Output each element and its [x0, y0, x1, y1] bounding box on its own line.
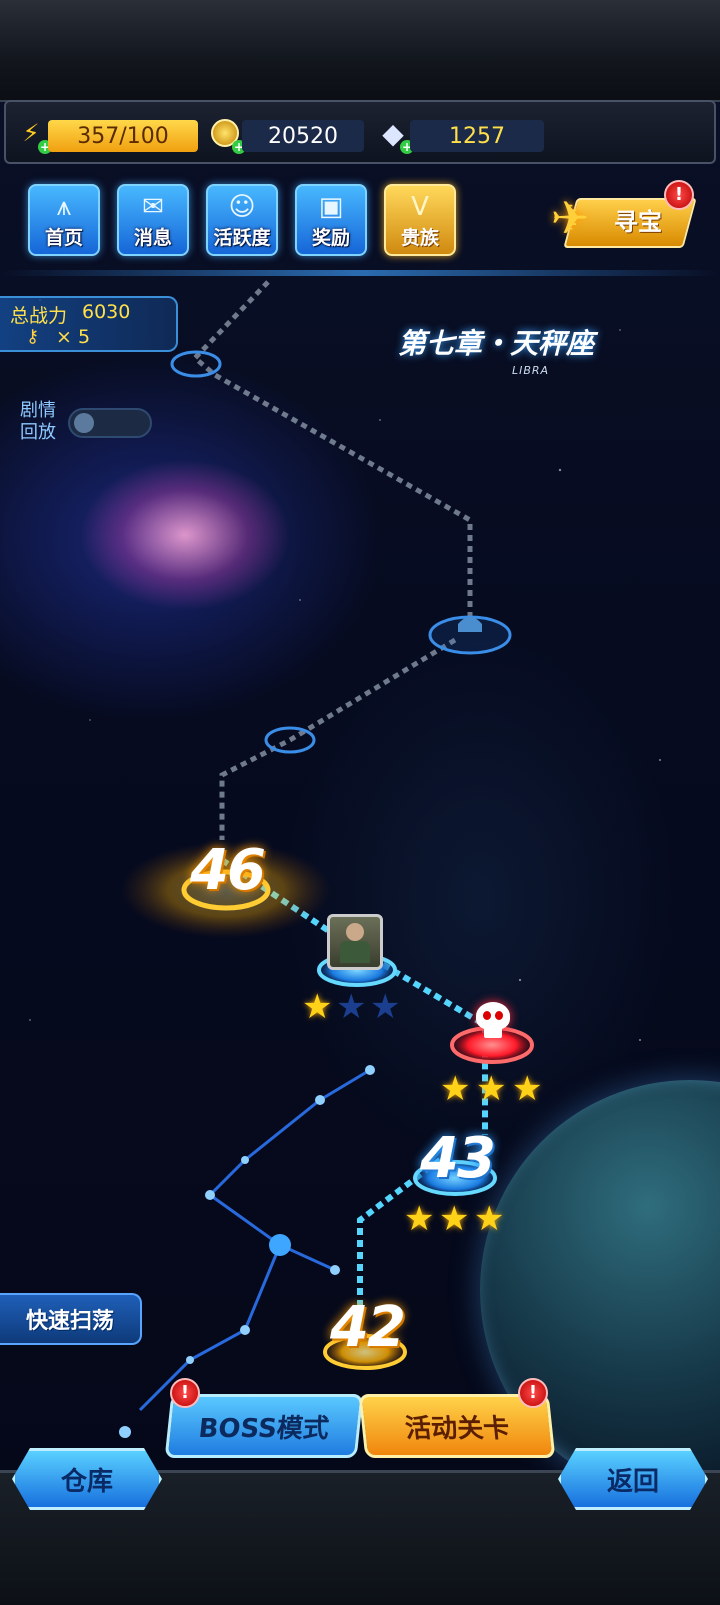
menu-home-button[interactable]: ⩚ 首页	[28, 184, 100, 256]
star-icon: ★	[370, 987, 401, 1027]
menu-vip-button[interactable]: V 贵族	[384, 184, 456, 256]
top-frame	[0, 0, 720, 102]
chapter-subtitle: LIBRA	[512, 364, 550, 377]
key-count: × 5	[56, 326, 91, 348]
combat-power-label: 总战力	[10, 305, 68, 327]
diamond-icon[interactable]: ◆ +	[376, 116, 414, 154]
star-icon: ★	[439, 1199, 470, 1239]
header-divider	[0, 270, 720, 276]
gift-icon: ▣	[318, 192, 344, 222]
star-icon: ★	[302, 987, 333, 1027]
star-icon: ★	[336, 987, 367, 1027]
level-46-node[interactable]: 46	[190, 838, 266, 903]
gold-value: 20520	[242, 120, 364, 152]
combat-power-panel: 总战力 6030 ⚷ × 5	[0, 296, 178, 352]
star-icon: ★	[474, 1199, 505, 1239]
star-icon: ★	[512, 1069, 543, 1109]
story-replay-label: 剧情回放	[20, 400, 56, 443]
story-replay-toggle[interactable]	[68, 408, 152, 438]
energy-icon[interactable]: ⚡ +	[14, 116, 52, 154]
star-icon: ★	[440, 1069, 471, 1109]
message-icon: ✉	[142, 192, 164, 222]
home-icon: ⩚	[56, 192, 72, 222]
back-button[interactable]: 返回	[558, 1448, 708, 1510]
key-icon: ⚷	[26, 326, 40, 347]
smiley-icon: ☺	[228, 192, 256, 222]
level-42-node[interactable]: 42	[330, 1295, 406, 1360]
warehouse-button[interactable]: 仓库	[12, 1448, 162, 1510]
energy-value: 357/100	[48, 120, 198, 152]
boss-mode-notification-badge: !	[170, 1378, 200, 1408]
level-44-boss-node[interactable]	[474, 1002, 512, 1042]
jet-fighter-icon: ✈	[550, 191, 590, 245]
combat-power-value: 6030	[82, 301, 131, 323]
menu-rewards-button[interactable]: ▣ 奖励	[295, 184, 367, 256]
menu-activity-button[interactable]: ☺ 活跃度	[206, 184, 278, 256]
gold-coin-icon[interactable]: +	[208, 116, 246, 154]
menu-message-button[interactable]: ✉ 消息	[117, 184, 189, 256]
skull-icon	[476, 1002, 510, 1030]
quick-sweep-button[interactable]: 快速扫荡	[0, 1293, 142, 1345]
treasure-notification-badge: !	[664, 180, 694, 210]
game-screen: 46 ★ ★ ★ ★ ★ ★ 43 ★ ★ ★ 42 ⚡ + 357/100 + …	[0, 0, 720, 1605]
event-notification-badge: !	[518, 1378, 548, 1408]
chapter-title: 第七章・天秤座	[398, 327, 595, 360]
vip-icon: V	[411, 192, 429, 222]
level-45-node[interactable]	[327, 914, 383, 970]
pilot-portrait-icon	[346, 923, 364, 941]
star-icon: ★	[476, 1069, 507, 1109]
star-icon: ★	[404, 1199, 435, 1239]
diamond-value: 1257	[410, 120, 544, 152]
level-43-node[interactable]: 43	[420, 1126, 496, 1191]
